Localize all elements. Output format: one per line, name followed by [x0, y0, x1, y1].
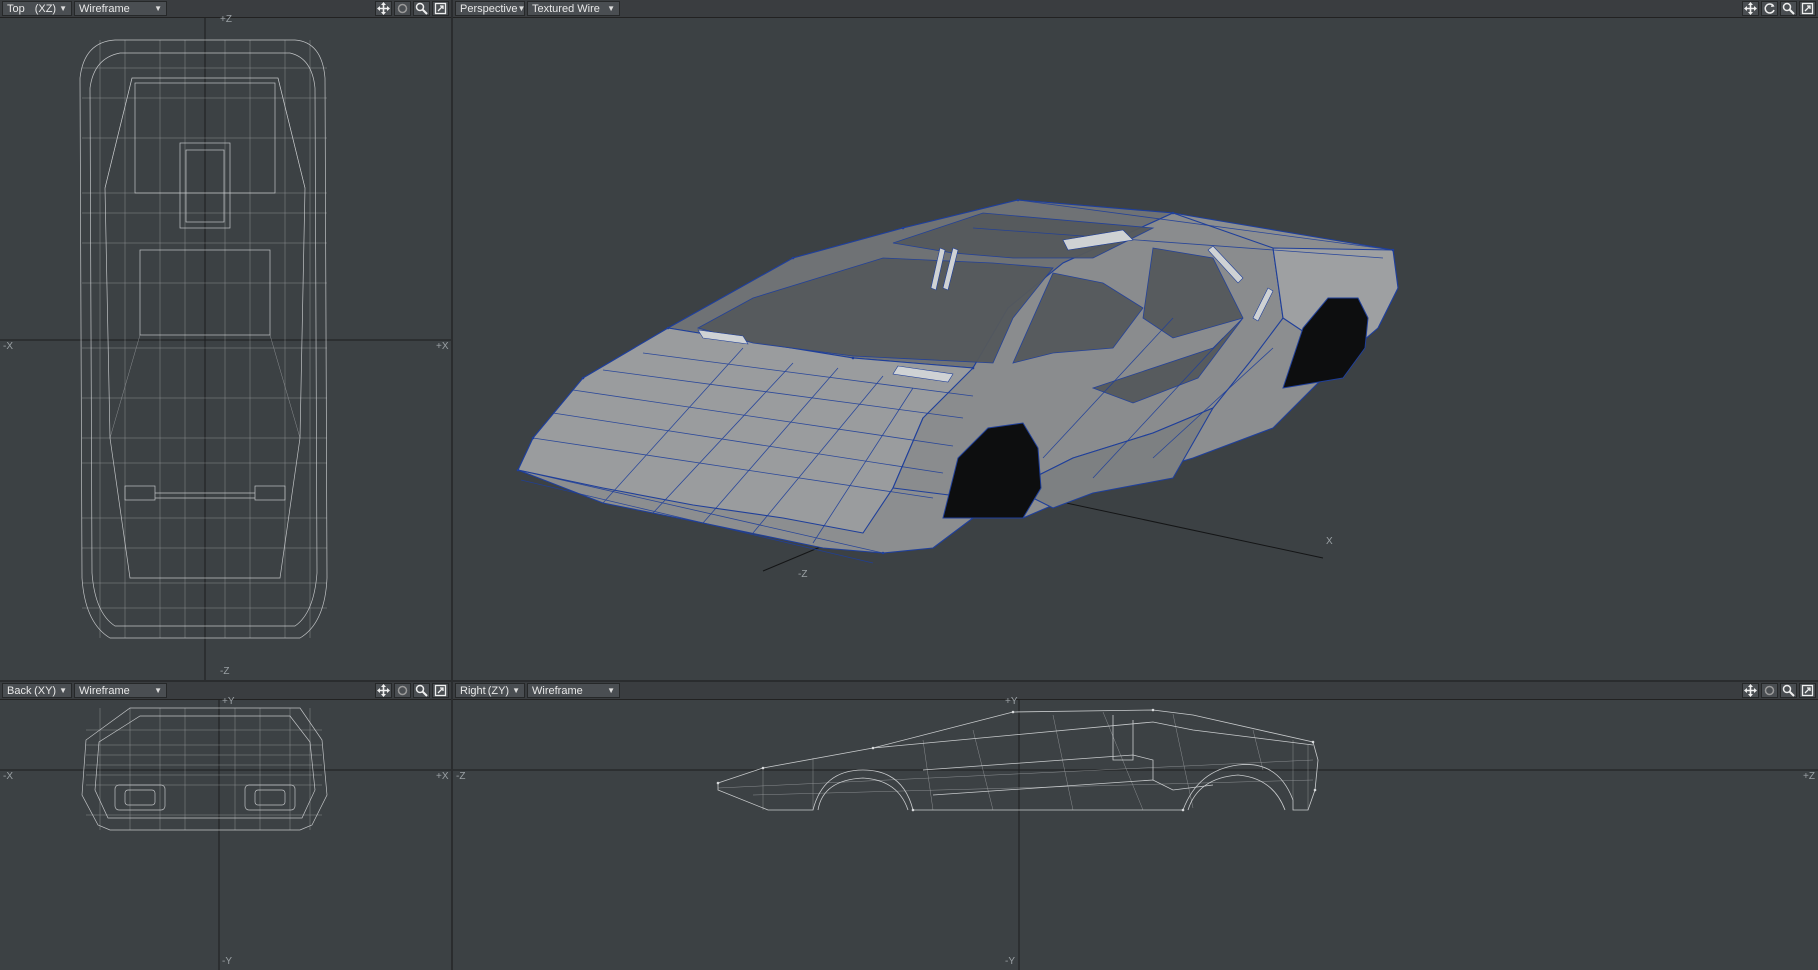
move-icon[interactable]	[1742, 683, 1759, 698]
viewport-canvas[interactable]: +Y -X +X -Y	[0, 696, 451, 970]
back-wireframe	[0, 700, 451, 970]
view-type-dropdown[interactable]: Right (ZY) ▼	[455, 683, 525, 698]
view-plane-label: (ZY)	[487, 684, 510, 697]
render-mode-dropdown[interactable]: Wireframe ▼	[74, 1, 167, 16]
zoom-icon[interactable]	[1780, 1, 1797, 16]
axis-label-z: -Z	[798, 569, 808, 580]
viewport-header: Right (ZY) ▼ Wireframe ▼	[453, 682, 1818, 700]
view-type-dropdown[interactable]: Back (XY) ▼	[2, 683, 72, 698]
right-viewport[interactable]: Right (ZY) ▼ Wireframe ▼ +Y -Z +Z -Y	[453, 682, 1818, 970]
rotate-icon[interactable]	[1761, 1, 1778, 16]
maximize-icon[interactable]	[432, 1, 449, 16]
move-icon[interactable]	[1742, 1, 1759, 16]
axis-label-right: +Z	[1803, 771, 1815, 782]
top-viewport[interactable]: Top (XZ) ▼ Wireframe ▼ +Z -Z -X +X	[0, 0, 451, 680]
viewport-tools	[375, 1, 449, 16]
right-wireframe	[453, 700, 1818, 970]
render-mode-dropdown[interactable]: Textured Wire ▼	[527, 1, 620, 16]
render-mode-dropdown[interactable]: Wireframe ▼	[74, 683, 167, 698]
view-plane-label: (XZ)	[34, 2, 57, 15]
axis-label-right: +X	[436, 341, 449, 352]
top-wireframe	[0, 18, 451, 680]
viewport-tools	[1742, 683, 1816, 698]
axis-label-top: +Y	[1005, 696, 1018, 707]
move-icon[interactable]	[375, 1, 392, 16]
axis-label-left: -Z	[456, 771, 466, 782]
zoom-icon[interactable]	[413, 1, 430, 16]
render-mode-label: Wireframe	[79, 2, 130, 15]
axis-label-bottom: -Y	[222, 956, 232, 967]
view-type-dropdown[interactable]: Top (XZ) ▼	[2, 1, 72, 16]
axis-label-x: X	[1326, 536, 1333, 547]
viewport-canvas[interactable]: X -Z	[453, 18, 1818, 680]
render-mode-dropdown[interactable]: Wireframe ▼	[527, 683, 620, 698]
chevron-down-icon: ▼	[512, 686, 520, 695]
viewport-canvas[interactable]: +Y -Z +Z -Y	[453, 696, 1818, 970]
render-mode-label: Textured Wire	[532, 2, 600, 15]
axis-label-top: +Z	[220, 14, 232, 25]
maximize-icon[interactable]	[1799, 1, 1816, 16]
chevron-down-icon: ▼	[59, 686, 67, 695]
viewport-canvas[interactable]: +Z -Z -X +X	[0, 14, 451, 680]
axis-label-top: +Y	[222, 696, 235, 707]
view-type-label: Right	[460, 684, 486, 697]
maximize-icon[interactable]	[432, 683, 449, 698]
perspective-car-model	[516, 198, 1399, 572]
perspective-viewport[interactable]: Perspective ▼ Textured Wire ▼ X -Z	[453, 0, 1818, 680]
view-type-label: Perspective	[460, 2, 518, 15]
chevron-down-icon: ▼	[607, 4, 615, 13]
axis-label-bottom: -Y	[1005, 956, 1015, 967]
maximize-icon[interactable]	[1799, 683, 1816, 698]
zoom-icon[interactable]	[1780, 683, 1797, 698]
chevron-down-icon: ▼	[59, 4, 67, 13]
back-viewport[interactable]: Back (XY) ▼ Wireframe ▼ +Y -X +X -Y	[0, 682, 451, 970]
view-plane-label: (XY)	[34, 684, 57, 697]
viewport-tools	[375, 683, 449, 698]
axis-label-right: +X	[436, 771, 449, 782]
axis-label-left: -X	[3, 771, 13, 782]
viewport-tools	[1742, 1, 1816, 16]
rotate-icon[interactable]	[394, 683, 411, 698]
move-icon[interactable]	[375, 683, 392, 698]
chevron-down-icon: ▼	[154, 686, 162, 695]
view-type-label: Top	[7, 2, 25, 15]
view-type-dropdown[interactable]: Perspective ▼	[455, 1, 525, 16]
rotate-icon[interactable]	[394, 1, 411, 16]
zoom-icon[interactable]	[413, 683, 430, 698]
chevron-down-icon: ▼	[154, 4, 162, 13]
view-type-label: Back	[7, 684, 32, 697]
render-mode-label: Wireframe	[532, 684, 583, 697]
chevron-down-icon: ▼	[517, 4, 526, 13]
render-mode-label: Wireframe	[79, 684, 130, 697]
viewport-header: Perspective ▼ Textured Wire ▼	[453, 0, 1818, 18]
axis-label-left: -X	[3, 341, 13, 352]
chevron-down-icon: ▼	[607, 686, 615, 695]
rotate-icon[interactable]	[1761, 683, 1778, 698]
axis-label-bottom: -Z	[220, 666, 230, 677]
